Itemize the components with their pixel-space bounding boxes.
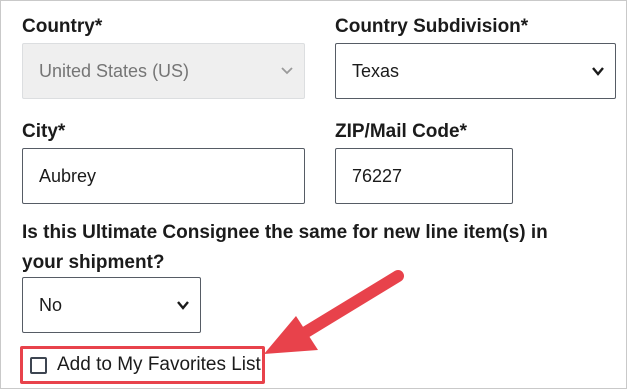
city-field[interactable]: Aubrey: [22, 148, 305, 204]
same-consignee-value: No: [39, 294, 63, 315]
chevron-down-icon: [177, 301, 189, 310]
zip-value: 76227: [352, 165, 403, 186]
subdivision-select[interactable]: Texas: [335, 43, 616, 99]
chevron-down-icon: [592, 67, 604, 76]
zip-field[interactable]: 76227: [335, 148, 513, 204]
zip-label: ZIP/Mail Code*: [335, 121, 467, 142]
favorites-highlight-box[interactable]: Add to My Favorites List: [20, 346, 265, 384]
city-label: City*: [22, 121, 66, 142]
country-select: United States (US): [22, 43, 305, 99]
subdivision-label: Country Subdivision*: [335, 16, 529, 37]
same-consignee-select[interactable]: No: [22, 277, 201, 333]
same-consignee-question: Is this Ultimate Consignee the same for …: [22, 222, 548, 273]
country-value: United States (US): [39, 60, 190, 81]
favorites-checkbox[interactable]: [30, 356, 47, 374]
country-label: Country*: [22, 16, 103, 37]
city-value: Aubrey: [39, 165, 97, 186]
subdivision-value: Texas: [352, 60, 400, 81]
chevron-down-icon: [281, 67, 293, 75]
favorites-label: Add to My Favorites List: [57, 354, 261, 375]
